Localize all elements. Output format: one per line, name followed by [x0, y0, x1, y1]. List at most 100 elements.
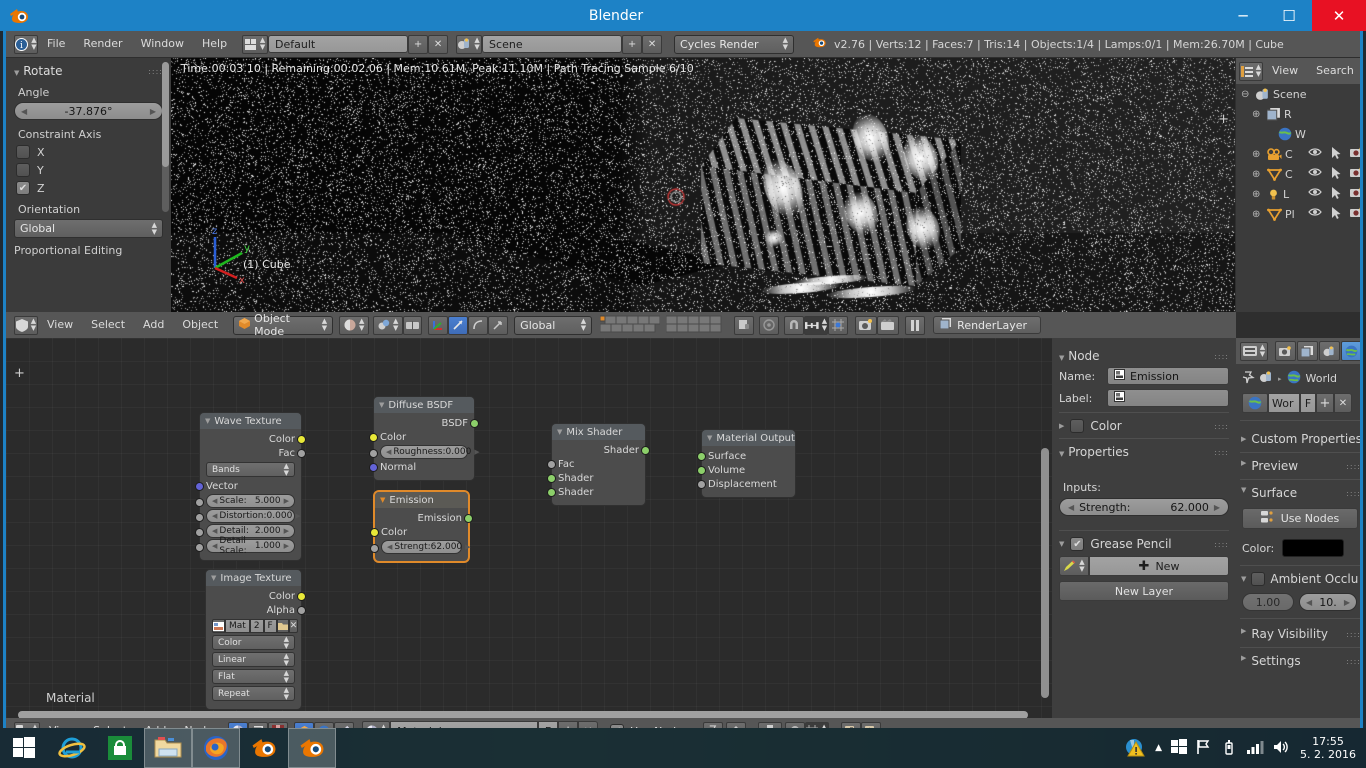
snap-target-icon[interactable]	[828, 316, 848, 335]
node-image_texture[interactable]: ▼ Image Texture Color Alpha Mat 2 F ✕ Color ▲ ▼ Lin…	[205, 569, 302, 710]
node-name-field[interactable]: Emission	[1107, 367, 1229, 385]
node-header-material_output[interactable]: ▼ Material Output	[702, 430, 795, 446]
orientation-dropdown[interactable]: Global ▲ ▼	[14, 219, 163, 238]
windows-store-icon[interactable]	[96, 728, 144, 768]
node-wave_texture[interactable]: ▼ Wave Texture Color Fac Bands ▲ ▼ Vector ◀ Scale…	[199, 412, 302, 561]
input-socket[interactable]	[195, 482, 204, 491]
delete-screen-layout-button[interactable]: ✕	[428, 35, 448, 54]
ao-factor-field[interactable]: 1.00	[1242, 593, 1294, 611]
world-fake-user-button[interactable]: F	[1300, 393, 1316, 413]
node-collapse-triangle[interactable]: ▼	[211, 574, 216, 582]
node-header-emission[interactable]: ▼ Emission	[375, 492, 468, 508]
input-socket[interactable]	[195, 513, 204, 522]
node-emission[interactable]: ▼ Emission Emission Color ◀ Strengt: 62.000 ▶	[374, 491, 469, 562]
restrict-select-cursor-icon[interactable]	[1331, 207, 1341, 222]
grease-pencil-panel-header[interactable]: ▼ ✔ Grease Pencil ::::	[1059, 537, 1229, 551]
node-diffuse_bsdf[interactable]: ▼ Diffuse BSDF BSDF Color ◀ Roughness: 0.000 ▶ N…	[373, 396, 475, 481]
rotate-manipulator-icon[interactable]	[448, 316, 468, 335]
restrict-view-eye-icon[interactable]	[1308, 167, 1322, 182]
image-datablock-fake-user[interactable]: F	[264, 619, 277, 633]
flag-icon[interactable]	[1196, 739, 1212, 758]
translate-manipulator-icon[interactable]	[428, 316, 448, 335]
surface-panel[interactable]: ▼ Surface ::::	[1236, 482, 1363, 504]
minimize-button[interactable]: ─	[1220, 0, 1266, 31]
renderlayer-field[interactable]: RenderLayer	[933, 316, 1041, 334]
usb-device-icon[interactable]	[1221, 739, 1237, 758]
node-enum-dropdown[interactable]: Bands ▲ ▼	[206, 462, 295, 477]
custom-properties-panel[interactable]: ▶ Custom Properties	[1236, 428, 1363, 450]
outliner-row[interactable]: ⊕ Pl	[1236, 204, 1363, 224]
node-header-diffuse_bsdf[interactable]: ▼ Diffuse BSDF	[374, 397, 474, 413]
scene-layers-group2-icon[interactable]	[666, 315, 726, 335]
outliner-expander[interactable]: ⊕	[1252, 169, 1264, 180]
node-enum-dropdown[interactable]: Color ▲ ▼	[212, 635, 295, 650]
node-enum-dropdown[interactable]: Linear ▲ ▼	[212, 652, 295, 667]
outliner-row[interactable]: ⊕ R	[1236, 104, 1363, 124]
strength-field[interactable]: ◀ Strength: 62.000 ▶	[1059, 498, 1229, 516]
pause-render-icon[interactable]	[905, 316, 925, 335]
input-socket[interactable]	[195, 498, 204, 507]
checkbox-z[interactable]: ✔	[16, 181, 30, 195]
output-socket[interactable]	[470, 419, 479, 428]
material-fake-user-button[interactable]: F	[538, 721, 558, 728]
action-center-warning-icon[interactable]	[1124, 736, 1146, 761]
close-button[interactable]: ✕	[1312, 0, 1366, 31]
outliner-row[interactable]: ⊖ Scene	[1236, 84, 1363, 104]
world-icon[interactable]	[1287, 370, 1301, 387]
input-socket[interactable]	[697, 466, 706, 475]
input-socket[interactable]	[369, 463, 378, 472]
input-socket[interactable]	[370, 528, 379, 537]
node-enum-dropdown[interactable]: Flat ▲ ▼	[212, 669, 295, 684]
properties-editor-icon[interactable]: ▲ ▼	[1240, 342, 1268, 361]
view3d-menu-select[interactable]: Select	[82, 312, 134, 338]
ao-distance-field[interactable]: ◀ 10. ▶	[1299, 593, 1357, 611]
file-explorer-icon[interactable]	[144, 728, 192, 768]
outliner-expander[interactable]: ⊕	[1252, 109, 1264, 120]
restrict-view-eye-icon[interactable]	[1308, 187, 1322, 202]
restrict-render-camera-icon[interactable]	[1350, 147, 1363, 162]
scene-field[interactable]: Scene	[482, 35, 622, 53]
input-socket[interactable]	[195, 528, 204, 537]
node-editor-hscrollbar[interactable]	[18, 711, 1028, 718]
input-socket[interactable]	[195, 543, 204, 552]
output-socket[interactable]	[464, 514, 473, 523]
restrict-select-cursor-icon[interactable]	[1331, 147, 1341, 162]
input-socket[interactable]	[369, 433, 378, 442]
node-menu-add[interactable]: Add	[136, 718, 175, 728]
renderlayers-tab-icon[interactable]	[1297, 341, 1318, 361]
taskbar-clock[interactable]: 17:55 5. 2. 2016	[1300, 735, 1356, 761]
material-datablock-field[interactable]: Material	[390, 721, 538, 728]
menu-window[interactable]: Window	[132, 31, 193, 57]
input-field[interactable]: ◀ Scale: 5.000 ▶	[206, 494, 295, 508]
node-editor-plus-icon[interactable]: +	[14, 366, 25, 381]
snap-magnet-icon[interactable]	[784, 316, 804, 335]
scene-icon[interactable]	[1260, 371, 1273, 386]
volume-icon[interactable]	[1273, 739, 1291, 758]
input-field[interactable]: ◀ Roughness: 0.000 ▶	[380, 445, 468, 459]
node-menu-view[interactable]: View	[40, 718, 84, 728]
world-new-button[interactable]: +	[1316, 393, 1334, 413]
add-scene-button[interactable]: +	[622, 35, 642, 54]
grease-pencil-icon[interactable]: ▲ ▼	[1059, 556, 1089, 576]
input-socket[interactable]	[547, 460, 556, 469]
ambient-occlusion-panel[interactable]: ▼ Ambient Occlu	[1236, 568, 1363, 590]
info-editor-icon[interactable]: i ▲ ▼	[14, 35, 38, 54]
scene-tab-icon[interactable]	[1319, 341, 1340, 361]
scale-manipulator-icon[interactable]	[468, 316, 488, 335]
grease-pencil-checkbox[interactable]: ✔	[1070, 537, 1084, 551]
open-image-icon[interactable]	[277, 619, 289, 633]
new-layer-button[interactable]: New Layer	[1059, 581, 1229, 601]
render-tab-icon[interactable]	[1275, 341, 1296, 361]
checkbox-y[interactable]	[16, 163, 30, 177]
node-menu-select[interactable]: Select	[84, 718, 136, 728]
node-label-field[interactable]	[1107, 389, 1229, 407]
scene-icon[interactable]: ▲ ▼	[456, 35, 482, 54]
input-socket[interactable]	[697, 480, 706, 489]
view3d-menu-object[interactable]: Object	[173, 312, 227, 338]
rotate-panel-header[interactable]: ▼ Rotate ::::	[14, 64, 163, 78]
windows-tray-icon[interactable]	[1171, 739, 1187, 758]
scene-layers-icon[interactable]	[600, 315, 660, 335]
maximize-button[interactable]: ☐	[1266, 0, 1312, 31]
world-datablock-browse-icon[interactable]	[1242, 393, 1268, 413]
menu-render[interactable]: Render	[74, 31, 131, 57]
